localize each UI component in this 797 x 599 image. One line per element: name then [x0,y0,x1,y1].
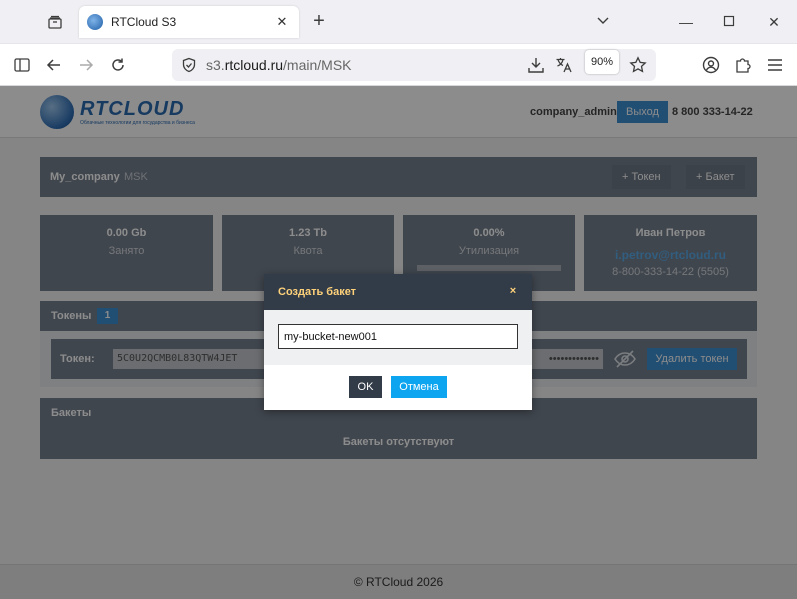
translate-icon[interactable] [554,55,574,75]
menu-icon[interactable] [763,53,787,77]
url-text[interactable]: s3.rtcloud.ru/main/MSK [206,57,352,73]
save-page-icon[interactable] [526,55,546,75]
shield-icon[interactable] [180,56,198,74]
address-bar[interactable]: s3.rtcloud.ru/main/MSK [172,49,656,81]
browser-tabbar: RTCloud S3 ✕ + — ✕ [0,0,797,44]
tab-close-icon[interactable]: ✕ [273,14,291,30]
back-arrow-icon[interactable] [42,53,66,77]
new-tab-icon[interactable]: + [307,10,331,34]
extensions-icon[interactable] [731,53,755,77]
rtcloud-favicon-icon [87,14,103,30]
tab-title: RTCloud S3 [111,15,177,29]
cancel-button[interactable]: Отмена [391,376,447,398]
minimize-icon[interactable]: — [676,12,696,32]
bucket-name-input[interactable] [278,324,518,349]
dialog-title: Создать бакет [278,286,357,298]
ok-button[interactable]: OK [349,376,382,398]
bookmark-star-icon[interactable] [628,55,648,75]
url-path: /main/MSK [283,57,352,73]
browser-tab[interactable]: RTCloud S3 ✕ [79,6,299,38]
create-bucket-dialog: Создать бакет × OK Отмена [264,274,532,410]
close-icon[interactable]: × [507,285,519,297]
browser-navbar: s3.rtcloud.ru/main/MSK [0,44,797,86]
close-window-icon[interactable]: ✕ [764,12,784,32]
reload-icon[interactable] [106,53,130,77]
tab-list-icon[interactable] [42,10,68,34]
zoom-level-badge[interactable]: 90% [585,50,619,74]
forward-arrow-icon[interactable] [74,53,98,77]
url-prefix: s3. [206,57,225,73]
tab-overflow-chevron-icon[interactable] [593,12,613,32]
dialog-body [264,310,532,365]
sidebar-toggle-icon[interactable] [10,53,34,77]
url-domain: rtcloud.ru [224,57,284,73]
maximize-icon[interactable] [719,12,739,32]
dialog-header: Создать бакет × [264,274,532,310]
account-icon[interactable] [699,53,723,77]
